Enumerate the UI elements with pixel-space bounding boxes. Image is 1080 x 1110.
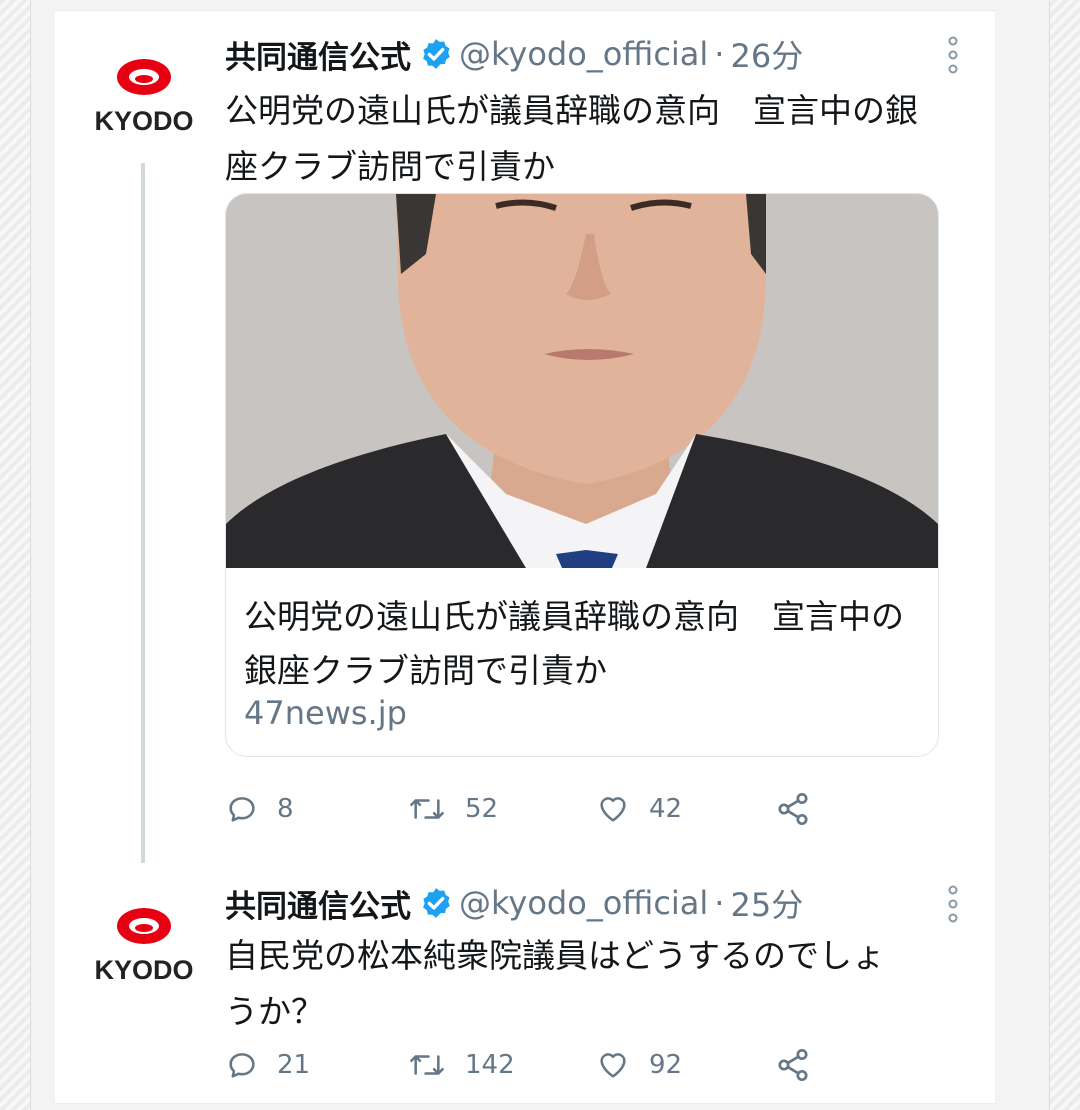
retweet-count: 142: [465, 1050, 515, 1080]
like-button[interactable]: 92: [595, 1043, 682, 1087]
reply-button[interactable]: 8: [225, 787, 294, 831]
avatar-logo-text: KYODO: [94, 106, 193, 136]
tweet-actions: 8 52 42: [225, 787, 865, 831]
avatar[interactable]: KYODO: [89, 906, 199, 986]
share-icon: [778, 792, 808, 826]
tweet-header: 共同通信公式 @kyodo_official · 25分: [225, 878, 803, 928]
retweet-button[interactable]: 142: [407, 1043, 515, 1087]
verified-badge-icon: [423, 39, 450, 69]
thread-connector-line: [141, 163, 145, 863]
tweet-content: 共同通信公式 @kyodo_official · 25分 自民党の松本純衆院議員…: [225, 866, 975, 1103]
more-vertical-icon[interactable]: [947, 884, 959, 924]
timeline-card: KYODO 共同通信公式 @kyodo_official · 26分 公明党の遠…: [55, 10, 995, 1104]
author-name[interactable]: 共同通信公式: [225, 32, 411, 77]
reply-icon: [229, 797, 255, 822]
heart-icon: [600, 1053, 626, 1078]
like-count: 42: [649, 794, 683, 824]
retweet-icon: [410, 1055, 444, 1075]
reply-count: 8: [277, 794, 294, 824]
tweet-actions: 21 142 92: [225, 1043, 865, 1087]
share-button[interactable]: [775, 787, 829, 831]
tweet-text: 公明党の遠山氏が議員辞職の意向 宣言中の銀座クラブ訪問で引責か: [225, 91, 918, 186]
more-vertical-icon[interactable]: [947, 35, 959, 75]
retweet-button[interactable]: 52: [407, 787, 498, 831]
retweet-count: 52: [465, 794, 499, 824]
share-icon: [778, 1048, 808, 1082]
link-preview-photo: [226, 194, 938, 568]
like-button[interactable]: 42: [595, 787, 682, 831]
heart-icon: [600, 797, 626, 822]
author-handle[interactable]: @kyodo_official: [459, 35, 708, 73]
avatar[interactable]: KYODO: [89, 57, 199, 137]
separator-dot: ·: [714, 884, 725, 922]
separator-dot: ·: [714, 35, 725, 73]
reply-icon: [229, 1053, 255, 1078]
verified-badge-icon: [423, 888, 450, 918]
tweet-text: 自民党の松本純衆院議員はどうするのでしょうか？: [225, 936, 885, 1031]
avatar-logo-text: KYODO: [94, 955, 193, 985]
author-handle[interactable]: @kyodo_official: [459, 884, 708, 922]
tweet-header: 共同通信公式 @kyodo_official · 26分: [225, 29, 803, 79]
link-preview-card[interactable]: 公明党の遠山氏が議員辞職の意向 宣言中の銀座クラブ訪問で引責か 47news.j…: [225, 193, 939, 757]
tweet[interactable]: KYODO 共同通信公式 @kyodo_official · 26分 公明党の遠…: [55, 11, 995, 863]
tweet-timestamp[interactable]: 25分: [730, 880, 803, 926]
tweet-timestamp[interactable]: 26分: [730, 31, 803, 77]
link-preview-domain: 47news.jp: [244, 694, 407, 732]
reply-button[interactable]: 21: [225, 1043, 310, 1087]
author-name[interactable]: 共同通信公式: [225, 881, 411, 926]
tweet-content: 共同通信公式 @kyodo_official · 26分 公明党の遠山氏が議員辞…: [225, 11, 975, 861]
tweet[interactable]: KYODO 共同通信公式 @kyodo_official · 25分 自民党の松…: [55, 866, 995, 1103]
retweet-icon: [410, 799, 444, 819]
share-button[interactable]: [775, 1043, 829, 1087]
like-count: 92: [649, 1050, 683, 1080]
link-preview-title: 公明党の遠山氏が議員辞職の意向 宣言中の銀座クラブ訪問で引責か: [244, 597, 904, 690]
reply-count: 21: [277, 1050, 311, 1080]
